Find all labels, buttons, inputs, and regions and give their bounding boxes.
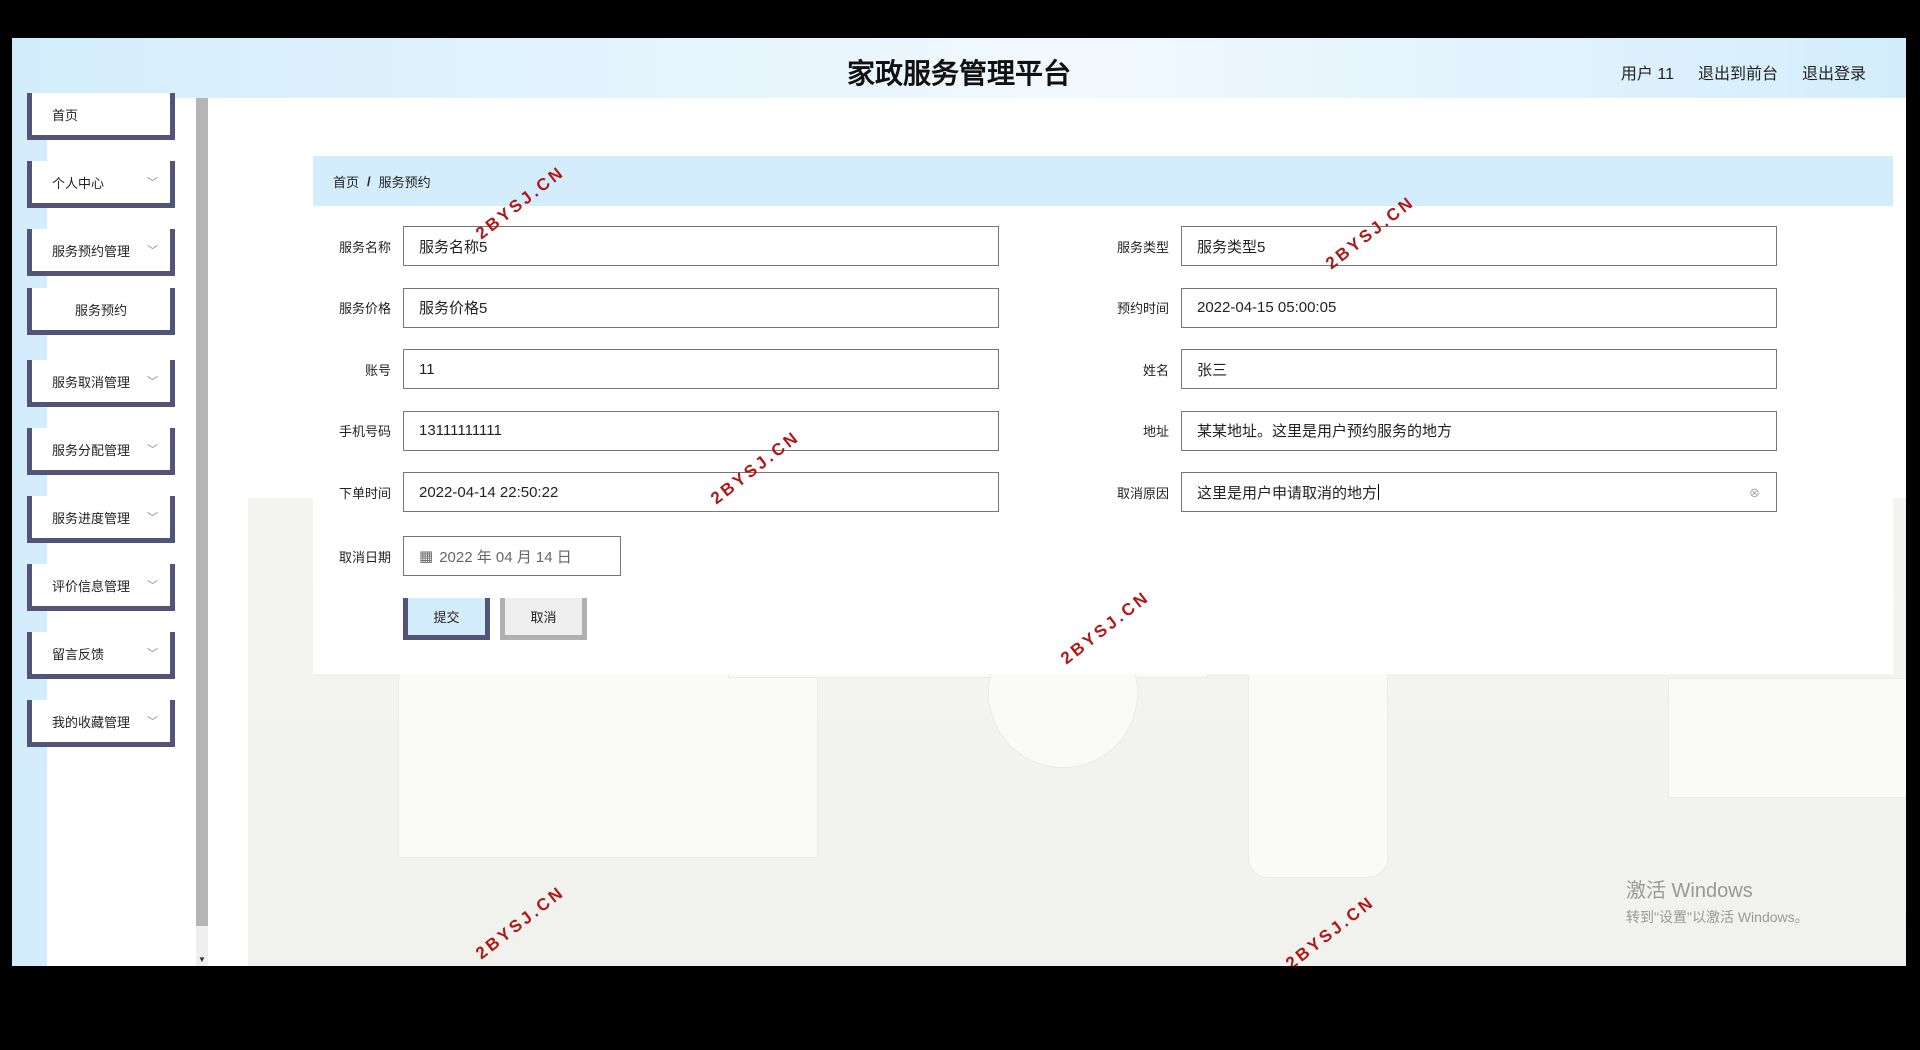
- sidebar-item-label: 留言反馈: [52, 646, 105, 662]
- field-label: 账号: [364, 362, 391, 378]
- form-row: 取消原因 这里是用户申请取消的地方 ⊗: [1091, 472, 1777, 512]
- text-input[interactable]: 服务类型5: [1181, 226, 1777, 266]
- calendar-icon: ▦: [419, 548, 434, 565]
- sidebar-item[interactable]: 我的收藏管理 ﹀: [27, 700, 175, 747]
- form-row: 服务价格 服务价格5: [313, 287, 999, 328]
- form-row: 地址 某某地址。这里是用户预约服务的地方: [1091, 410, 1777, 451]
- user-label: 用户 11: [1620, 66, 1674, 83]
- text-input[interactable]: 服务价格5: [403, 287, 999, 328]
- sidebar-item[interactable]: 服务取消管理 ﹀: [27, 360, 175, 407]
- field-label: 取消原因: [1116, 485, 1169, 501]
- form-row: 手机号码 13111111111: [313, 410, 999, 451]
- cancel-button[interactable]: 取消: [500, 598, 587, 640]
- sidebar-item-label: 服务取消管理: [52, 374, 131, 390]
- scrollbar-thumb[interactable]: [196, 98, 208, 926]
- sidebar-item-label: 评价信息管理: [52, 578, 131, 594]
- clear-icon[interactable]: ⊗: [1749, 485, 1760, 501]
- field-label: 下单时间: [338, 485, 391, 501]
- chevron-down-icon: ﹀: [147, 648, 158, 660]
- form-row: 服务名称 服务名称5: [313, 226, 999, 266]
- sidebar-item[interactable]: 服务进度管理 ﹀: [27, 496, 175, 543]
- sidebar-item[interactable]: 服务预约管理 ﹀: [27, 229, 175, 276]
- sidebar-item-label: 个人中心: [52, 175, 105, 191]
- sidebar-item-label: 我的收藏管理: [52, 714, 131, 730]
- activation-title: 激活 Windows: [1626, 880, 1753, 902]
- windows-activation-notice: 激活 Windows 转到"设置"以激活 Windows。: [1626, 874, 1809, 927]
- input-value: 2022-04-15 05:00:05: [1197, 299, 1337, 316]
- breadcrumb-current: 服务预约: [378, 174, 431, 190]
- text-input[interactable]: 2022-04-15 05:00:05: [1181, 287, 1777, 328]
- input-value: 服务类型5: [1197, 238, 1266, 256]
- header: 家政服务管理平台 用户 11 退出到前台 退出登录: [12, 38, 1906, 98]
- app-window: 家政服务管理平台 用户 11 退出到前台 退出登录 首页 个人中心 ﹀ 服务预约管理 ﹀…: [12, 38, 1906, 966]
- chevron-down-icon: ﹀: [147, 512, 158, 524]
- sidebar-item-label: 首页: [52, 107, 79, 123]
- field-label: 地址: [1142, 424, 1169, 439]
- sidebar-item[interactable]: 留言反馈 ﹀: [27, 632, 175, 679]
- input-value: 这里是用户申请取消的地方: [1197, 484, 1378, 502]
- input-value: 11: [419, 360, 435, 378]
- sidebar-item-label: 服务预约管理: [52, 243, 131, 259]
- input-value: 服务名称5: [419, 238, 488, 256]
- field-label: 服务价格: [338, 301, 391, 316]
- form-row: 服务类型 服务类型5: [1091, 226, 1777, 266]
- text-input[interactable]: 13111111111: [403, 410, 999, 451]
- input-value: 张三: [1197, 361, 1228, 379]
- chevron-down-icon: ﹀: [147, 245, 158, 257]
- sidebar-item[interactable]: 个人中心 ﹀: [27, 161, 175, 208]
- text-input[interactable]: 张三: [1181, 349, 1777, 389]
- sidebar-item-label: 服务进度管理: [52, 510, 131, 526]
- sidebar-item[interactable]: 服务分配管理 ﹀: [27, 428, 175, 475]
- breadcrumb-separator: /: [367, 173, 371, 189]
- field-label: 手机号码: [338, 424, 391, 439]
- breadcrumb-home[interactable]: 首页: [333, 172, 359, 191]
- field-label: 预约时间: [1116, 301, 1169, 316]
- form-row: 预约时间 2022-04-15 05:00:05: [1091, 287, 1777, 328]
- cancel-date-value: 2022 年 04 月 14 日: [439, 548, 572, 566]
- text-input[interactable]: 11: [403, 349, 999, 389]
- chevron-down-icon: ﹀: [147, 444, 158, 456]
- field-label: 服务类型: [1116, 239, 1169, 255]
- sidebar-item-label: 服务分配管理: [52, 442, 131, 458]
- sidebar-item[interactable]: 首页: [27, 93, 175, 140]
- logout-link[interactable]: 退出登录: [1802, 60, 1866, 84]
- sidebar-item[interactable]: 服务预约: [27, 288, 175, 335]
- activation-subtitle: 转到"设置"以激活 Windows。: [1626, 909, 1809, 925]
- field-label: 服务名称: [338, 239, 391, 255]
- scroll-down-arrow-icon[interactable]: ▼: [198, 955, 206, 964]
- cancel-date-picker[interactable]: ▦ 2022 年 04 月 14 日: [403, 536, 621, 576]
- exit-to-front-link[interactable]: 退出到前台: [1698, 60, 1778, 84]
- booking-form: 服务名称 服务名称5 服务价格 服务价格5 账号 11 手机号码 13111111111 下单时…: [313, 216, 1893, 674]
- sidebar-scrollbar[interactable]: ▼: [196, 98, 208, 966]
- input-value: 13111111111: [419, 422, 502, 439]
- text-input[interactable]: 某某地址。这里是用户预约服务的地方: [1181, 410, 1777, 451]
- form-row: 姓名 张三: [1091, 349, 1777, 389]
- sidebar-item[interactable]: 评价信息管理 ﹀: [27, 564, 175, 611]
- chevron-down-icon: ﹀: [147, 716, 158, 728]
- input-value: 服务价格5: [419, 300, 488, 317]
- form-row: 下单时间 2022-04-14 22:50:22: [313, 472, 999, 512]
- form-row: 账号 11: [313, 349, 999, 389]
- input-value: 某某地址。这里是用户预约服务的地方: [1197, 423, 1453, 440]
- field-label: 姓名: [1142, 362, 1169, 378]
- text-input[interactable]: 这里是用户申请取消的地方 ⊗: [1181, 472, 1777, 512]
- input-value: 2022-04-14 22:50:22: [419, 483, 559, 501]
- form-row-cancel-date: 取消日期 ▦ 2022 年 04 月 14 日: [313, 536, 621, 576]
- chevron-down-icon: ﹀: [147, 177, 158, 189]
- field-label: 取消日期: [338, 549, 391, 565]
- chevron-down-icon: ﹀: [147, 376, 158, 388]
- sidebar-item-label: 服务预约: [74, 302, 127, 318]
- chevron-down-icon: ﹀: [147, 580, 158, 592]
- text-input[interactable]: 2022-04-14 22:50:22: [403, 472, 999, 512]
- submit-button[interactable]: 提交: [403, 598, 490, 640]
